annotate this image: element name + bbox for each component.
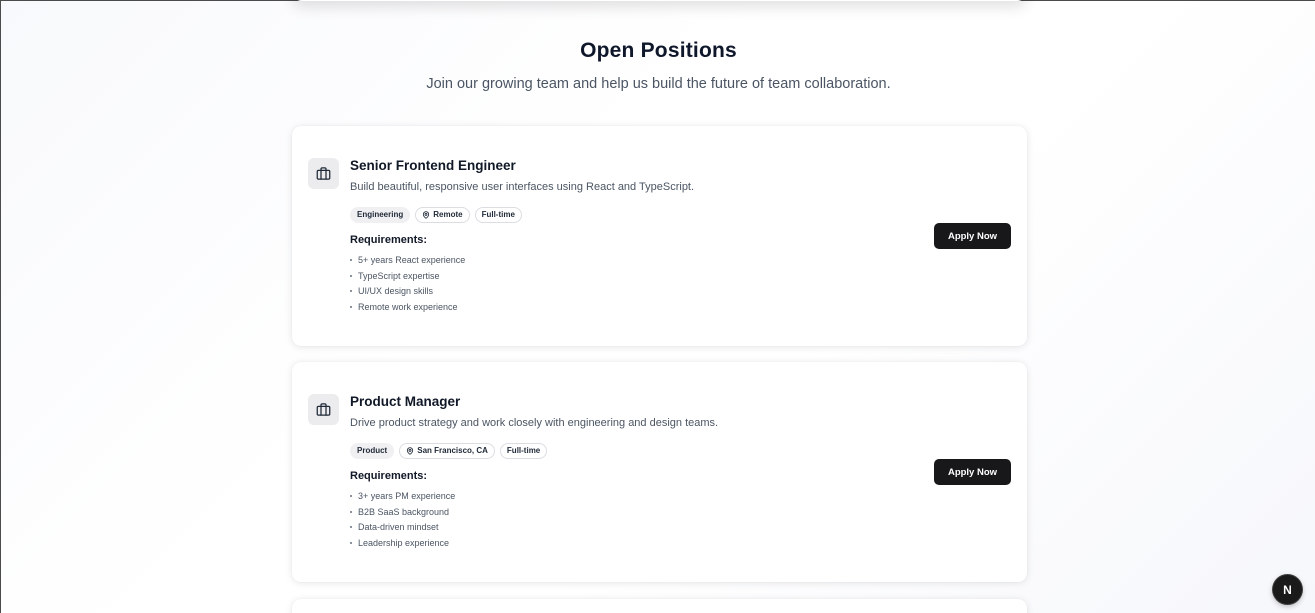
employment-type-tag: Full-time xyxy=(474,207,522,223)
job-card-senior-frontend-engineer: Senior Frontend Engineer Build beautiful… xyxy=(292,126,1027,346)
bullet-dot xyxy=(350,510,352,513)
bullet-dot xyxy=(350,526,352,529)
map-pin-icon xyxy=(407,447,414,455)
requirement-item: Leadership experience xyxy=(350,537,455,553)
job-description: Build beautiful, responsive user interfa… xyxy=(350,181,695,193)
job-title: Senior Frontend Engineer xyxy=(350,158,516,173)
bullet-dot xyxy=(350,542,352,545)
bullet-dot xyxy=(350,274,352,277)
bullet-dot xyxy=(350,306,352,309)
location-tag: San Francisco, CA xyxy=(399,443,495,459)
job-tags: Engineering Remote Full-time xyxy=(350,207,522,223)
section-title: Open Positions xyxy=(580,39,737,62)
requirement-item: Data-driven mindset xyxy=(350,521,455,537)
location-label: San Francisco, CA xyxy=(417,446,488,455)
job-tags: Product San Francisco, CA Full-time xyxy=(350,443,548,459)
bullet-dot xyxy=(350,495,352,497)
previous-section-card xyxy=(292,0,1027,1)
requirements-list: 3+ years PM experience B2B SaaS backgrou… xyxy=(350,490,455,553)
department-tag: Product xyxy=(350,443,395,459)
bullet-dot xyxy=(350,259,352,261)
employment-type-tag: Full-time xyxy=(499,443,548,459)
map-pin-icon xyxy=(423,211,430,219)
job-card-partial xyxy=(292,599,1027,613)
department-tag: Engineering xyxy=(350,207,411,223)
job-card-product-manager: Product Manager Drive product strategy a… xyxy=(292,362,1027,582)
requirements-list: 5+ years React experience TypeScript exp… xyxy=(350,254,465,317)
briefcase-icon xyxy=(308,394,339,425)
requirements-heading: Requirements: xyxy=(350,234,428,246)
bullet-dot xyxy=(350,290,352,293)
requirements-heading: Requirements: xyxy=(350,470,428,482)
job-description: Drive product strategy and work closely … xyxy=(350,417,719,429)
requirement-item: Remote work experience xyxy=(350,301,465,317)
requirement-item: TypeScript expertise xyxy=(350,270,465,286)
location-tag: Remote xyxy=(415,207,470,223)
requirement-item: 3+ years PM experience xyxy=(350,490,455,506)
nextjs-logo-icon[interactable]: N xyxy=(1273,575,1302,604)
devtools-badge-label: N xyxy=(1283,582,1292,597)
requirement-item: UI/UX design skills xyxy=(350,285,465,301)
briefcase-icon xyxy=(308,158,339,189)
location-label: Remote xyxy=(433,210,463,219)
requirement-item: B2B SaaS background xyxy=(350,506,455,522)
section-subtitle: Join our growing team and help us build … xyxy=(426,76,891,92)
apply-now-button[interactable]: Apply Now xyxy=(934,223,1011,249)
requirement-item: 5+ years React experience xyxy=(350,254,465,270)
job-title: Product Manager xyxy=(350,394,461,409)
apply-now-button[interactable]: Apply Now xyxy=(934,459,1011,485)
